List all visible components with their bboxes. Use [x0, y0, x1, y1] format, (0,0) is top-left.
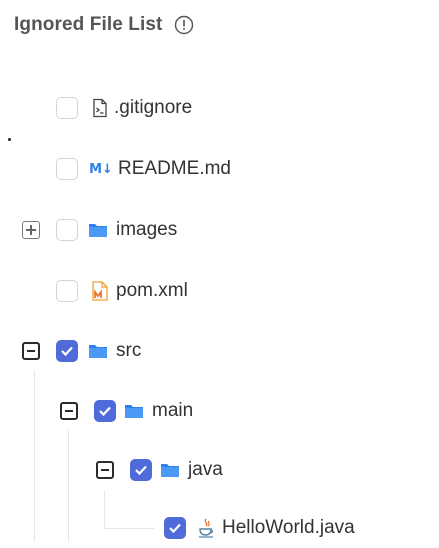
tree-node-java[interactable]: java: [96, 450, 223, 490]
markdown-icon: M↓: [88, 159, 114, 179]
terminal-file-icon: [90, 98, 110, 118]
node-label-main: main: [152, 400, 194, 421]
stray-dot: [8, 138, 11, 141]
tree-guide-main: [68, 430, 69, 542]
node-label-gitignore: .gitignore: [114, 97, 193, 118]
tree-guide-src: [34, 370, 35, 542]
tree-node-main[interactable]: main: [60, 391, 193, 431]
tree-node-images[interactable]: images: [22, 210, 177, 250]
folder-icon: [88, 341, 108, 361]
java-icon: [196, 518, 216, 538]
collapse-toggle-main[interactable]: [60, 402, 78, 420]
maven-icon: [90, 281, 110, 301]
checkbox-helloworld[interactable]: [164, 517, 186, 539]
node-label-helloworld: HelloWorld.java: [222, 517, 355, 538]
node-label-java: java: [188, 459, 223, 480]
checkbox-gitignore[interactable]: [56, 97, 78, 119]
checkbox-pom[interactable]: [56, 280, 78, 302]
collapse-toggle-java[interactable]: [96, 461, 114, 479]
tree-node-src[interactable]: src: [22, 331, 141, 371]
tree-guide-java: [104, 490, 105, 528]
folder-icon: [160, 460, 180, 480]
checkbox-main[interactable]: [94, 400, 116, 422]
markdown-icon-text: M↓: [89, 161, 113, 177]
folder-icon: [124, 401, 144, 421]
tree-node-pom[interactable]: pom.xml: [56, 271, 188, 311]
checkbox-images[interactable]: [56, 219, 78, 241]
collapse-toggle-src[interactable]: [22, 342, 40, 360]
node-label-pom: pom.xml: [116, 280, 188, 301]
folder-icon: [88, 220, 108, 240]
tree-node-gitignore[interactable]: .gitignore: [56, 88, 192, 128]
panel-header: Ignored File List: [14, 10, 194, 40]
node-label-images: images: [116, 219, 178, 240]
checkbox-java[interactable]: [130, 459, 152, 481]
node-label-readme: README.md: [118, 158, 231, 179]
panel-title: Ignored File List: [14, 14, 163, 35]
tree-node-readme[interactable]: M↓ README.md: [56, 149, 231, 189]
tree-node-helloworld[interactable]: HelloWorld.java: [164, 508, 355, 548]
tree-guide-java-branch: [104, 528, 154, 529]
checkbox-src[interactable]: [56, 340, 78, 362]
checkbox-readme[interactable]: [56, 158, 78, 180]
node-label-src: src: [116, 340, 142, 361]
info-circle-icon[interactable]: [174, 15, 194, 35]
expand-toggle-images[interactable]: [22, 221, 40, 239]
